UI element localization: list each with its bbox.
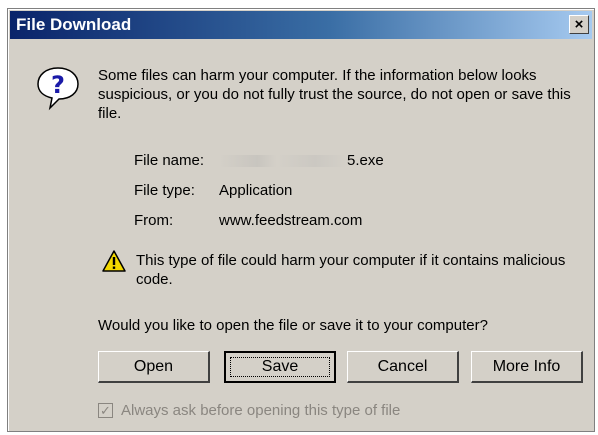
question-text: Would you like to open the file or save … [98, 317, 488, 334]
open-button[interactable]: Open [98, 351, 210, 383]
file-name-label: File name: [134, 152, 205, 169]
svg-text:?: ? [51, 71, 65, 99]
save-button[interactable]: Save [224, 351, 336, 383]
check-icon: ✓ [100, 403, 111, 418]
cancel-button[interactable]: Cancel [347, 351, 459, 383]
from-value: www.feedstream.com [219, 212, 363, 229]
close-icon: × [574, 16, 584, 33]
warning-text: This type of file could harm your comput… [136, 252, 566, 288]
file-download-dialog: File Download × ? Some files can harm yo… [7, 8, 595, 432]
always-ask-label: Always ask before opening this type of f… [121, 402, 401, 419]
intro-text: Some files can harm your computer. If th… [98, 67, 571, 122]
file-type-label: File type: [134, 182, 195, 199]
always-ask-checkbox[interactable]: ✓ [98, 403, 113, 418]
title-bar[interactable]: File Download × [10, 11, 592, 39]
warning-icon [102, 250, 126, 272]
window-title: File Download [16, 15, 132, 34]
redacted-file-name [219, 155, 347, 168]
question-icon: ? [37, 67, 79, 111]
from-label: From: [134, 212, 174, 229]
close-button[interactable]: × [569, 15, 589, 34]
file-type-value: Application [219, 182, 293, 199]
file-name-value: 5.exe [219, 152, 384, 169]
more-info-button[interactable]: More Info [471, 351, 583, 383]
focus-rectangle [230, 357, 330, 377]
